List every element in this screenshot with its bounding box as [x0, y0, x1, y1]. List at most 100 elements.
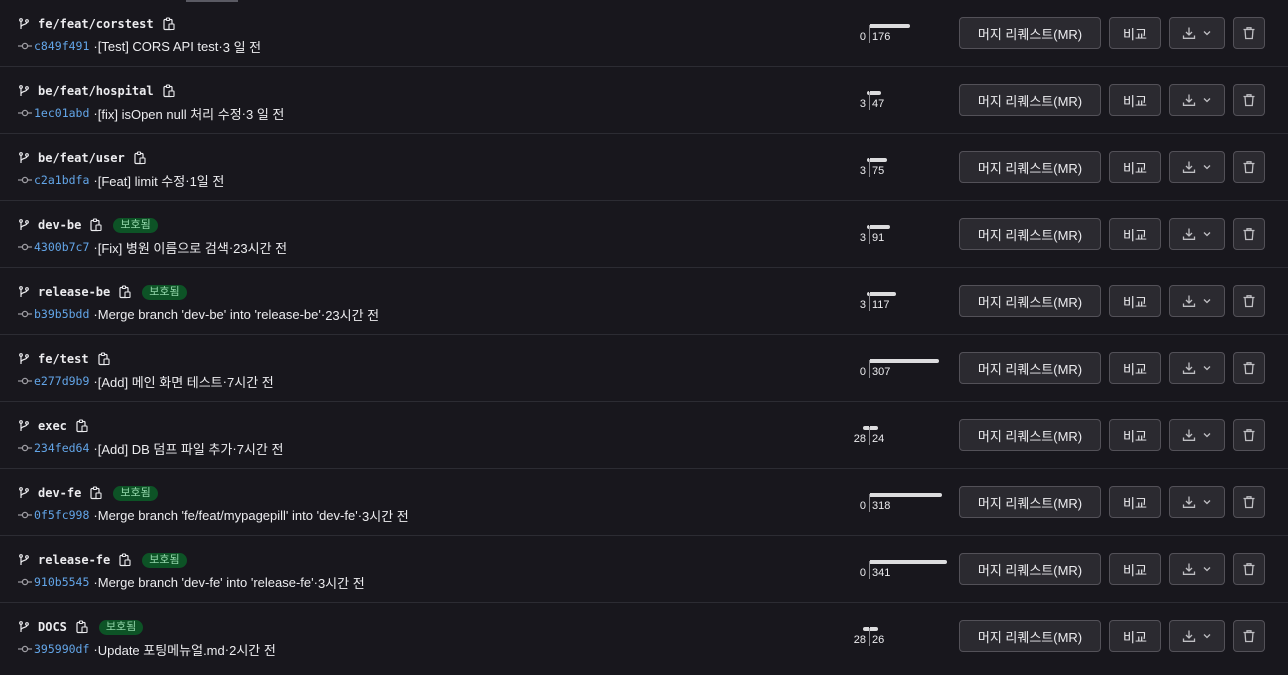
- row-actions: 머지 리퀘스트(MR) 비교: [959, 486, 1265, 518]
- download-dropdown-button[interactable]: [1169, 553, 1225, 585]
- trash-icon: [1242, 629, 1256, 643]
- trash-icon: [1242, 562, 1256, 576]
- row-actions: 머지 리퀘스트(MR) 비교: [959, 17, 1265, 49]
- ahead-count: 75: [872, 165, 885, 177]
- behind-bar: [863, 627, 869, 631]
- branch-row: exec 234fed64 · [Add] DB 덤프 파일 추가 · 7시간 전2…: [0, 402, 1288, 469]
- ahead-count: 117: [872, 299, 890, 311]
- branch-row: fe/feat/corstest c849f491 · [Test] CORS AP…: [0, 0, 1288, 67]
- delete-branch-button[interactable]: [1233, 352, 1265, 384]
- divergence-graph: 3 91: [0, 201, 960, 267]
- chevron-down-icon: [1202, 564, 1212, 574]
- behind-count: 28: [853, 433, 866, 445]
- compare-button[interactable]: 비교: [1109, 285, 1161, 317]
- delete-branch-button[interactable]: [1233, 419, 1265, 451]
- download-dropdown-button[interactable]: [1169, 151, 1225, 183]
- download-dropdown-button[interactable]: [1169, 352, 1225, 384]
- compare-button[interactable]: 비교: [1109, 553, 1161, 585]
- trash-icon: [1242, 227, 1256, 241]
- branch-row: dev-fe 보호됨 0f5fc998 · Merge branch 'fe/feat…: [0, 469, 1288, 536]
- chevron-down-icon: [1202, 162, 1212, 172]
- compare-button[interactable]: 비교: [1109, 17, 1161, 49]
- trash-icon: [1242, 495, 1256, 509]
- ahead-count: 307: [872, 366, 891, 378]
- row-actions: 머지 리퀘스트(MR) 비교: [959, 218, 1265, 250]
- compare-button[interactable]: 비교: [1109, 352, 1161, 384]
- behind-bar: [867, 225, 869, 229]
- download-icon: [1182, 562, 1196, 576]
- delete-branch-button[interactable]: [1233, 84, 1265, 116]
- branch-row: fe/test e277d9b9 · [Add] 메인 화면 테스트 · 7시간 전…: [0, 335, 1288, 402]
- ahead-count: 26: [872, 634, 885, 646]
- behind-count: 3: [859, 299, 866, 311]
- row-actions: 머지 리퀘스트(MR) 비교: [959, 84, 1265, 116]
- row-actions: 머지 리퀘스트(MR) 비교: [959, 553, 1265, 585]
- delete-branch-button[interactable]: [1233, 553, 1265, 585]
- chevron-down-icon: [1202, 95, 1212, 105]
- compare-button[interactable]: 비교: [1109, 486, 1161, 518]
- download-dropdown-button[interactable]: [1169, 620, 1225, 652]
- behind-count: 3: [859, 165, 866, 177]
- download-dropdown-button[interactable]: [1169, 285, 1225, 317]
- merge-request-button[interactable]: 머지 리퀘스트(MR): [959, 151, 1101, 183]
- behind-bar: [867, 292, 869, 296]
- download-dropdown-button[interactable]: [1169, 17, 1225, 49]
- chevron-down-icon: [1202, 430, 1212, 440]
- ahead-count: 47: [872, 98, 885, 110]
- ahead-bar: [870, 426, 878, 430]
- trash-icon: [1242, 428, 1256, 442]
- trash-icon: [1242, 26, 1256, 40]
- row-actions: 머지 리퀘스트(MR) 비교: [959, 419, 1265, 451]
- row-actions: 머지 리퀘스트(MR) 비교: [959, 285, 1265, 317]
- row-actions: 머지 리퀘스트(MR) 비교: [959, 620, 1265, 652]
- download-dropdown-button[interactable]: [1169, 218, 1225, 250]
- trash-icon: [1242, 160, 1256, 174]
- row-actions: 머지 리퀘스트(MR) 비교: [959, 151, 1265, 183]
- compare-button[interactable]: 비교: [1109, 84, 1161, 116]
- merge-request-button[interactable]: 머지 리퀘스트(MR): [959, 218, 1101, 250]
- trash-icon: [1242, 294, 1256, 308]
- merge-request-button[interactable]: 머지 리퀘스트(MR): [959, 486, 1101, 518]
- compare-button[interactable]: 비교: [1109, 218, 1161, 250]
- divergence-graph: 0 318: [0, 469, 960, 535]
- chevron-down-icon: [1202, 363, 1212, 373]
- ahead-bar: [870, 292, 896, 296]
- merge-request-button[interactable]: 머지 리퀘스트(MR): [959, 352, 1101, 384]
- ahead-count: 341: [872, 567, 891, 579]
- download-icon: [1182, 227, 1196, 241]
- branch-row: DOCS 보호됨 395990df · Update 포팅메뉴얼.md · 2시간 전…: [0, 603, 1288, 670]
- divergence-graph: 28 24: [0, 402, 960, 468]
- ahead-bar: [870, 24, 910, 28]
- delete-branch-button[interactable]: [1233, 285, 1265, 317]
- delete-branch-button[interactable]: [1233, 17, 1265, 49]
- merge-request-button[interactable]: 머지 리퀘스트(MR): [959, 17, 1101, 49]
- trash-icon: [1242, 361, 1256, 375]
- download-icon: [1182, 495, 1196, 509]
- branch-row: release-fe 보호됨 910b5545 · Merge branch 'dev…: [0, 536, 1288, 603]
- merge-request-button[interactable]: 머지 리퀘스트(MR): [959, 553, 1101, 585]
- ahead-bar: [870, 91, 881, 95]
- compare-button[interactable]: 비교: [1109, 419, 1161, 451]
- download-dropdown-button[interactable]: [1169, 84, 1225, 116]
- merge-request-button[interactable]: 머지 리퀘스트(MR): [959, 285, 1101, 317]
- compare-button[interactable]: 비교: [1109, 620, 1161, 652]
- compare-button[interactable]: 비교: [1109, 151, 1161, 183]
- merge-request-button[interactable]: 머지 리퀘스트(MR): [959, 419, 1101, 451]
- download-icon: [1182, 93, 1196, 107]
- divergence-graph: 28 26: [0, 603, 960, 669]
- download-icon: [1182, 160, 1196, 174]
- merge-request-button[interactable]: 머지 리퀘스트(MR): [959, 84, 1101, 116]
- delete-branch-button[interactable]: [1233, 620, 1265, 652]
- download-dropdown-button[interactable]: [1169, 419, 1225, 451]
- download-dropdown-button[interactable]: [1169, 486, 1225, 518]
- row-actions: 머지 리퀘스트(MR) 비교: [959, 352, 1265, 384]
- delete-branch-button[interactable]: [1233, 151, 1265, 183]
- delete-branch-button[interactable]: [1233, 218, 1265, 250]
- download-icon: [1182, 26, 1196, 40]
- merge-request-button[interactable]: 머지 리퀘스트(MR): [959, 620, 1101, 652]
- ahead-bar: [870, 560, 947, 564]
- chevron-down-icon: [1202, 28, 1212, 38]
- delete-branch-button[interactable]: [1233, 486, 1265, 518]
- behind-bar: [867, 91, 869, 95]
- ahead-bar: [870, 627, 878, 631]
